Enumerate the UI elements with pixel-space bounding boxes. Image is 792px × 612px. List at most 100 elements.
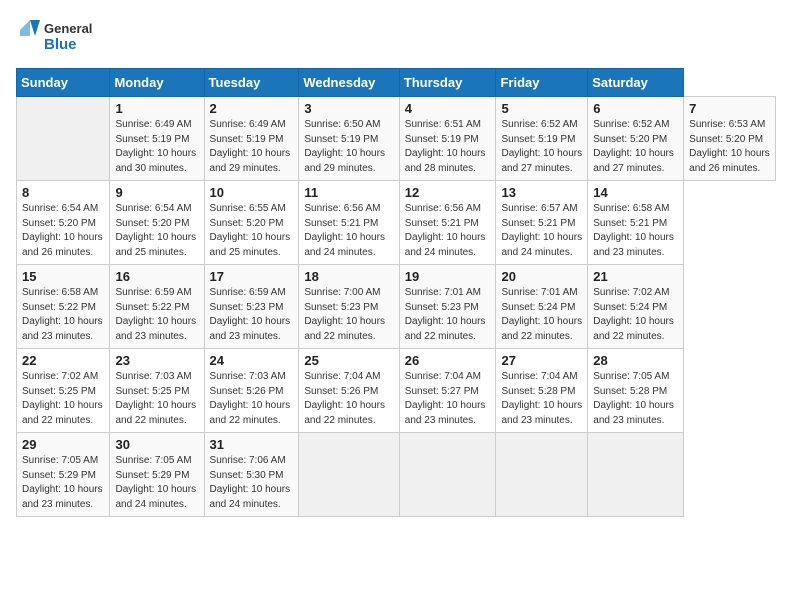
day-number: 5	[501, 101, 582, 116]
calendar-week-row: 1 Sunrise: 6:49 AM Sunset: 5:19 PM Daylig…	[17, 97, 776, 181]
svg-text:Blue: Blue	[44, 36, 77, 53]
day-of-week-header: Friday	[496, 69, 588, 97]
calendar-day-cell: 18Sunrise: 7:00 AM Sunset: 5:23 PM Dayli…	[299, 265, 399, 349]
day-number: 12	[405, 185, 491, 200]
day-info: Sunrise: 6:57 AM Sunset: 5:21 PM Dayligh…	[501, 202, 582, 260]
day-info: Sunrise: 6:55 AM Sunset: 5:20 PM Dayligh…	[210, 202, 294, 260]
day-number: 15	[22, 269, 104, 284]
day-info: Sunrise: 6:54 AM Sunset: 5:20 PM Dayligh…	[115, 202, 198, 260]
day-info: Sunrise: 6:49 AM Sunset: 5:19 PM Dayligh…	[115, 118, 198, 176]
logo: General Blue	[16, 16, 96, 58]
day-info: Sunrise: 6:54 AM Sunset: 5:20 PM Dayligh…	[22, 202, 104, 260]
day-info: Sunrise: 6:58 AM Sunset: 5:21 PM Dayligh…	[593, 202, 678, 260]
svg-text:General: General	[44, 21, 92, 36]
day-of-week-header: Tuesday	[204, 69, 299, 97]
day-number: 14	[593, 185, 678, 200]
day-number: 22	[22, 353, 104, 368]
calendar-day-cell: 17 Sunrise: 6:59 AM Sunset: 5:23 PM Dayli…	[204, 265, 299, 349]
calendar-day-cell: 19 Sunrise: 7:01 AM Sunset: 5:23 PM Dayli…	[399, 265, 496, 349]
calendar-day-cell: 27 Sunrise: 7:04 AM Sunset: 5:28 PM Dayli…	[496, 349, 588, 433]
day-number: 11	[304, 185, 393, 200]
day-of-week-header: Saturday	[588, 69, 684, 97]
calendar-day-cell: 23 Sunrise: 7:03 AM Sunset: 5:25 PM Dayli…	[110, 349, 204, 433]
calendar-day-cell: 7 Sunrise: 6:53 AM Sunset: 5:20 PM Daylig…	[684, 97, 776, 181]
day-info: Sunrise: 7:01 AM Sunset: 5:23 PM Dayligh…	[405, 286, 491, 344]
day-info: Sunrise: 6:56 AM Sunset: 5:21 PM Dayligh…	[405, 202, 491, 260]
calendar-day-cell: 30 Sunrise: 7:05 AM Sunset: 5:29 PM Dayli…	[110, 433, 204, 517]
day-info: Sunrise: 7:05 AM Sunset: 5:29 PM Dayligh…	[22, 454, 104, 512]
day-info: Sunrise: 7:03 AM Sunset: 5:26 PM Dayligh…	[210, 370, 294, 428]
calendar-day-cell: 15Sunrise: 6:58 AM Sunset: 5:22 PM Dayli…	[17, 265, 110, 349]
day-number: 13	[501, 185, 582, 200]
day-number: 30	[115, 437, 198, 452]
calendar-day-cell: 22 Sunrise: 7:02 AM Sunset: 5:25 PM Dayli…	[17, 349, 110, 433]
calendar-day-cell: 1 Sunrise: 6:49 AM Sunset: 5:19 PM Daylig…	[110, 97, 204, 181]
day-number: 7	[689, 101, 770, 116]
logo-svg: General Blue	[16, 16, 96, 58]
day-number: 27	[501, 353, 582, 368]
calendar-day-cell: 9Sunrise: 6:54 AM Sunset: 5:20 PM Daylig…	[110, 181, 204, 265]
day-number: 8	[22, 185, 104, 200]
page-header: General Blue	[16, 16, 776, 58]
calendar-day-cell: 16Sunrise: 6:59 AM Sunset: 5:22 PM Dayli…	[110, 265, 204, 349]
day-of-week-header: Sunday	[17, 69, 110, 97]
day-info: Sunrise: 7:00 AM Sunset: 5:23 PM Dayligh…	[304, 286, 393, 344]
day-info: Sunrise: 6:52 AM Sunset: 5:19 PM Dayligh…	[501, 118, 582, 176]
day-number: 10	[210, 185, 294, 200]
calendar-day-cell: 6Sunrise: 6:52 AM Sunset: 5:20 PM Daylig…	[588, 97, 684, 181]
calendar-week-row: 29 Sunrise: 7:05 AM Sunset: 5:29 PM Dayli…	[17, 433, 776, 517]
calendar-week-row: 8 Sunrise: 6:54 AM Sunset: 5:20 PM Daylig…	[17, 181, 776, 265]
day-number: 1	[115, 101, 198, 116]
calendar-day-cell: 13 Sunrise: 6:57 AM Sunset: 5:21 PM Dayli…	[496, 181, 588, 265]
day-info: Sunrise: 7:05 AM Sunset: 5:28 PM Dayligh…	[593, 370, 678, 428]
day-info: Sunrise: 7:06 AM Sunset: 5:30 PM Dayligh…	[210, 454, 294, 512]
day-number: 28	[593, 353, 678, 368]
day-info: Sunrise: 7:01 AM Sunset: 5:24 PM Dayligh…	[501, 286, 582, 344]
day-number: 20	[501, 269, 582, 284]
day-number: 17	[210, 269, 294, 284]
day-info: Sunrise: 6:56 AM Sunset: 5:21 PM Dayligh…	[304, 202, 393, 260]
day-number: 24	[210, 353, 294, 368]
calendar-day-cell: 4 Sunrise: 6:51 AM Sunset: 5:19 PM Daylig…	[399, 97, 496, 181]
day-info: Sunrise: 7:05 AM Sunset: 5:29 PM Dayligh…	[115, 454, 198, 512]
calendar-day-cell	[588, 433, 684, 517]
calendar-day-cell: 25 Sunrise: 7:04 AM Sunset: 5:26 PM Dayli…	[299, 349, 399, 433]
calendar-day-cell: 12 Sunrise: 6:56 AM Sunset: 5:21 PM Dayli…	[399, 181, 496, 265]
calendar-day-cell: 8 Sunrise: 6:54 AM Sunset: 5:20 PM Daylig…	[17, 181, 110, 265]
day-number: 26	[405, 353, 491, 368]
day-number: 19	[405, 269, 491, 284]
day-info: Sunrise: 6:51 AM Sunset: 5:19 PM Dayligh…	[405, 118, 491, 176]
calendar-day-cell: 29 Sunrise: 7:05 AM Sunset: 5:29 PM Dayli…	[17, 433, 110, 517]
calendar-day-cell	[299, 433, 399, 517]
day-info: Sunrise: 7:04 AM Sunset: 5:28 PM Dayligh…	[501, 370, 582, 428]
day-info: Sunrise: 7:04 AM Sunset: 5:27 PM Dayligh…	[405, 370, 491, 428]
calendar-day-cell: 20 Sunrise: 7:01 AM Sunset: 5:24 PM Dayli…	[496, 265, 588, 349]
day-info: Sunrise: 7:04 AM Sunset: 5:26 PM Dayligh…	[304, 370, 393, 428]
day-number: 3	[304, 101, 393, 116]
calendar-day-cell: 28 Sunrise: 7:05 AM Sunset: 5:28 PM Dayli…	[588, 349, 684, 433]
calendar-day-cell: 3 Sunrise: 6:50 AM Sunset: 5:19 PM Daylig…	[299, 97, 399, 181]
calendar-table: SundayMondayTuesdayWednesdayThursdayFrid…	[16, 68, 776, 517]
calendar-day-cell: 21Sunrise: 7:02 AM Sunset: 5:24 PM Dayli…	[588, 265, 684, 349]
calendar-day-cell: 31Sunrise: 7:06 AM Sunset: 5:30 PM Dayli…	[204, 433, 299, 517]
day-info: Sunrise: 6:53 AM Sunset: 5:20 PM Dayligh…	[689, 118, 770, 176]
calendar-day-cell	[399, 433, 496, 517]
day-number: 25	[304, 353, 393, 368]
day-info: Sunrise: 6:49 AM Sunset: 5:19 PM Dayligh…	[210, 118, 294, 176]
day-of-week-header: Wednesday	[299, 69, 399, 97]
calendar-day-cell	[17, 97, 110, 181]
calendar-day-cell: 11 Sunrise: 6:56 AM Sunset: 5:21 PM Dayli…	[299, 181, 399, 265]
day-info: Sunrise: 7:03 AM Sunset: 5:25 PM Dayligh…	[115, 370, 198, 428]
calendar-week-row: 15Sunrise: 6:58 AM Sunset: 5:22 PM Dayli…	[17, 265, 776, 349]
day-number: 21	[593, 269, 678, 284]
day-number: 29	[22, 437, 104, 452]
day-info: Sunrise: 7:02 AM Sunset: 5:25 PM Dayligh…	[22, 370, 104, 428]
day-of-week-header: Thursday	[399, 69, 496, 97]
day-number: 23	[115, 353, 198, 368]
day-of-week-header: Monday	[110, 69, 204, 97]
calendar-header-row: SundayMondayTuesdayWednesdayThursdayFrid…	[17, 69, 776, 97]
day-number: 6	[593, 101, 678, 116]
day-info: Sunrise: 6:50 AM Sunset: 5:19 PM Dayligh…	[304, 118, 393, 176]
day-number: 4	[405, 101, 491, 116]
day-info: Sunrise: 6:59 AM Sunset: 5:23 PM Dayligh…	[210, 286, 294, 344]
